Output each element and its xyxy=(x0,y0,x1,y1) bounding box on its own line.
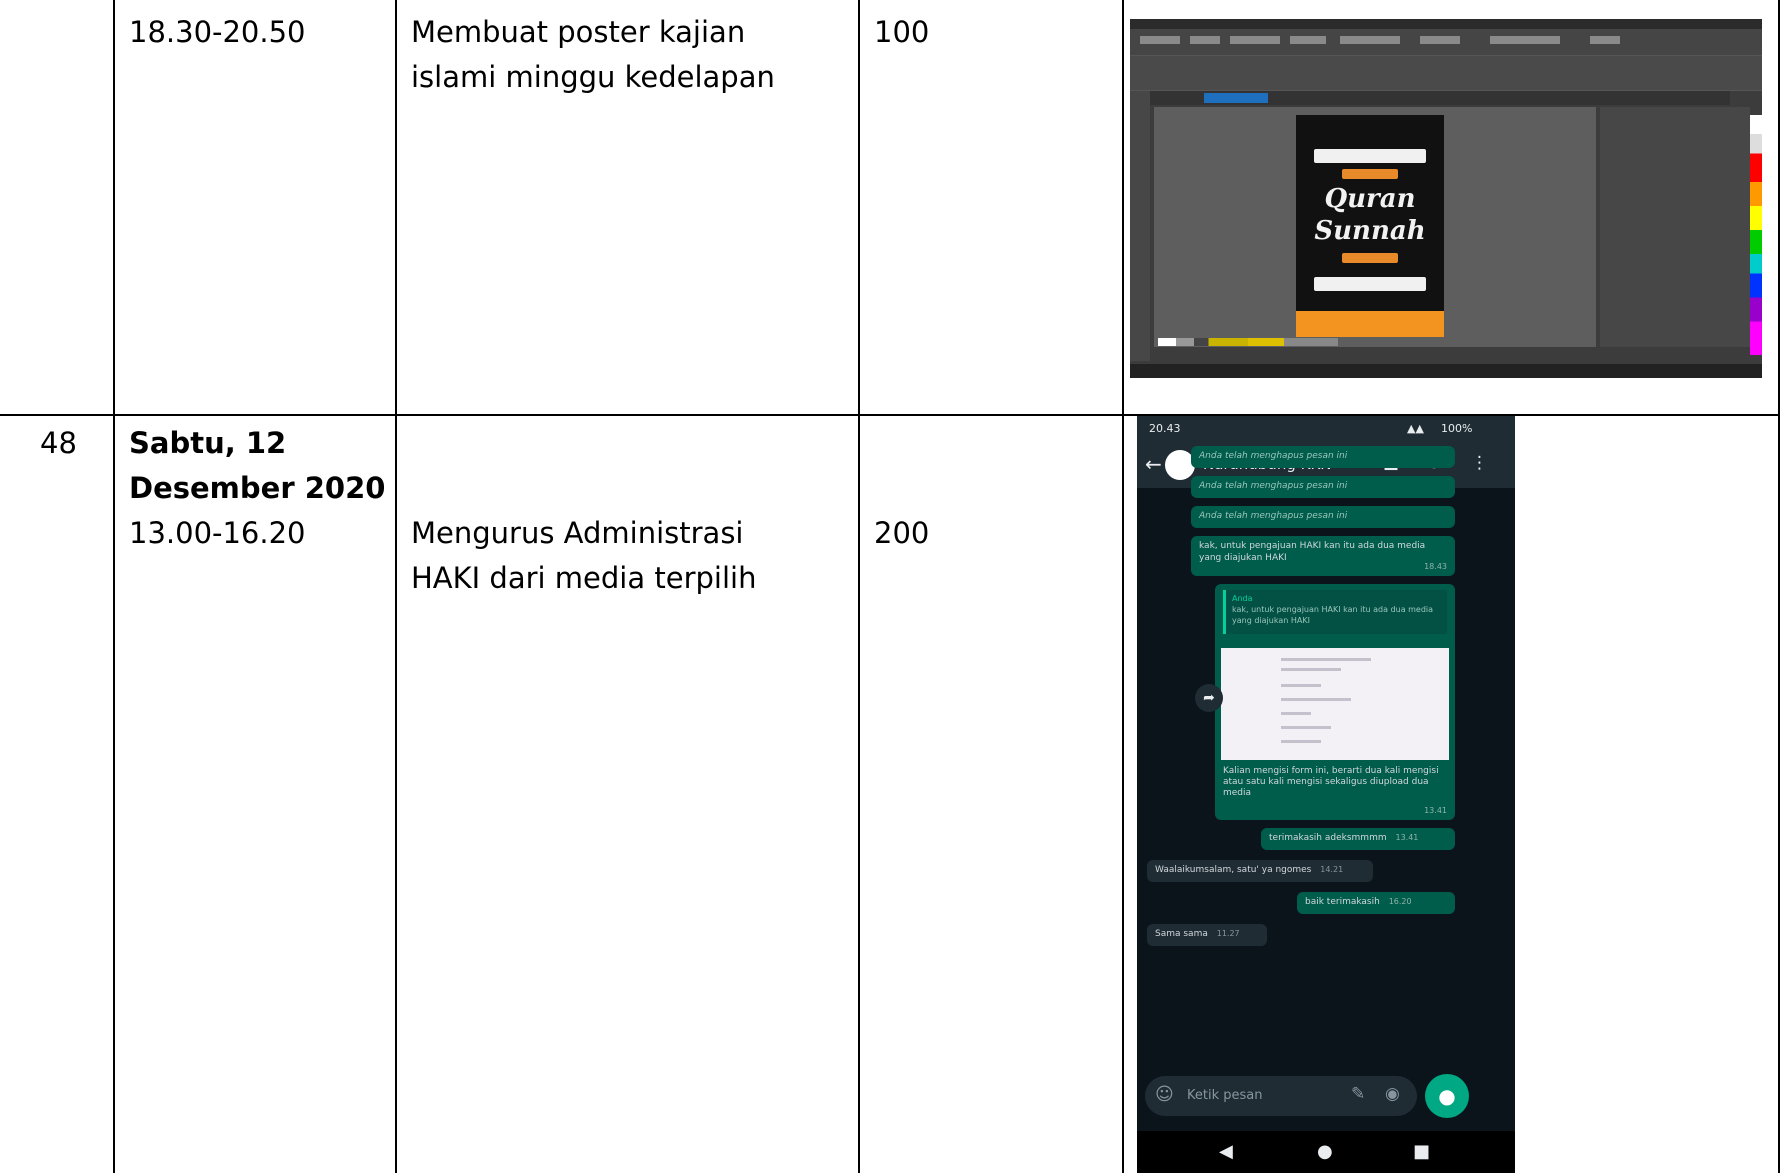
row1-activity-line1: Membuat poster kajian xyxy=(411,15,746,49)
status-bar xyxy=(1130,364,1762,378)
form-screenshot-image[interactable] xyxy=(1221,648,1449,760)
poster-title-line1: Quran xyxy=(1324,184,1416,214)
app-menubar xyxy=(1130,29,1762,56)
forward-icon[interactable]: ➦ xyxy=(1195,684,1223,712)
signal-icon: ▲▲ xyxy=(1407,422,1424,435)
table-border-col2 xyxy=(395,0,397,1173)
message-input[interactable]: ☺ Ketik pesan ✎ ◉ xyxy=(1145,1076,1417,1116)
row2-activity-line2: HAKI dari media terpilih xyxy=(411,561,757,595)
nav-home-icon[interactable]: ● xyxy=(1317,1141,1333,1162)
app-toolbox xyxy=(1130,91,1150,361)
status-time: 20.43 xyxy=(1149,422,1181,435)
message-input-placeholder: Ketik pesan xyxy=(1187,1088,1263,1103)
row2-number: 48 xyxy=(40,426,77,460)
poster-title-line2: Sunnah xyxy=(1314,216,1426,246)
nav-recents-icon[interactable]: ■ xyxy=(1413,1141,1430,1162)
quoted-message: Anda kak, untuk pengajuan HAKI kan itu a… xyxy=(1223,590,1447,634)
message-deleted-1[interactable]: Anda telah menghapus pesan ini xyxy=(1191,446,1455,468)
table-border-left xyxy=(113,0,115,1173)
message-deleted-2[interactable]: Anda telah menghapus pesan ini xyxy=(1191,476,1455,498)
app-property-bar xyxy=(1130,56,1762,91)
properties-docker xyxy=(1600,107,1750,347)
message-form-reply[interactable]: Anda kak, untuk pengajuan HAKI kan itu a… xyxy=(1215,584,1455,820)
microphone-icon[interactable]: ● xyxy=(1425,1074,1469,1118)
color-palette xyxy=(1750,115,1762,355)
poster-artwork: Quran Sunnah xyxy=(1296,115,1444,337)
phone-status-bar: 20.43 ▲▲ 100% xyxy=(1137,416,1515,442)
emoji-icon[interactable]: ☺ xyxy=(1155,1084,1174,1105)
back-arrow-icon[interactable]: ← xyxy=(1145,452,1162,476)
row1-count: 100 xyxy=(874,15,930,49)
attachment-icon[interactable]: ✎ xyxy=(1351,1084,1365,1104)
document-palette xyxy=(1158,338,1338,346)
row2-count: 200 xyxy=(874,516,930,550)
nav-back-icon[interactable]: ◀ xyxy=(1219,1141,1233,1162)
status-battery: 100% xyxy=(1441,422,1473,435)
table-border-col4 xyxy=(1122,0,1124,1173)
android-nav-bar: ◀ ● ■ xyxy=(1137,1131,1515,1173)
message-haki-question[interactable]: kak, untuk pengajuan HAKI kan itu ada du… xyxy=(1191,536,1455,576)
row1-activity-line2: islami minggu kedelapan xyxy=(411,60,775,94)
document-tab-active xyxy=(1204,93,1268,103)
message-baik-terimakasih[interactable]: baik terimakasih 16.20 xyxy=(1297,892,1455,914)
message-deleted-3[interactable]: Anda telah menghapus pesan ini xyxy=(1191,506,1455,528)
row2-time: 13.00-16.20 xyxy=(129,516,306,550)
message-sama-sama[interactable]: Sama sama 11.27 xyxy=(1147,924,1267,946)
table-border-col3 xyxy=(858,0,860,1173)
row2-date-line1: Sabtu, 12 xyxy=(129,426,287,460)
message-thanks[interactable]: terimakasih adeksmmmm 13.41 xyxy=(1261,828,1455,850)
more-menu-icon[interactable]: ⋮ xyxy=(1471,453,1488,473)
whatsapp-screenshot: 20.43 ▲▲ 100% ← Narahubung KKN ■ ✆ ⋮ And… xyxy=(1137,416,1515,1173)
app-titlebar xyxy=(1130,19,1762,29)
row2-date-line2: Desember 2020 xyxy=(129,471,386,505)
row2-activity-line1: Mengurus Administrasi xyxy=(411,516,744,550)
message-waalaikumsalam[interactable]: Waalaikumsalam, satu' ya ngomes 14.21 xyxy=(1147,860,1373,882)
row1-time: 18.30-20.50 xyxy=(129,15,306,49)
camera-icon[interactable]: ◉ xyxy=(1385,1084,1400,1104)
coreldraw-screenshot: Quran Sunnah xyxy=(1130,19,1762,378)
